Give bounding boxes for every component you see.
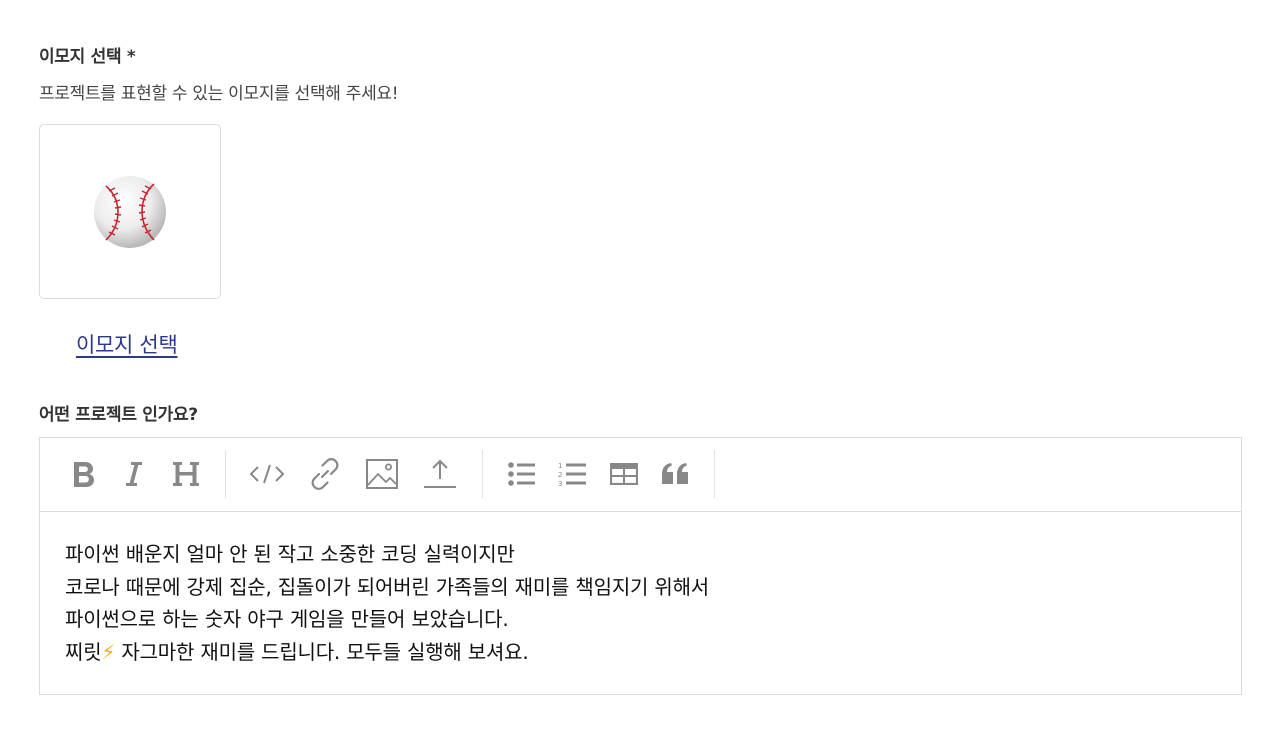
upload-icon <box>424 459 456 488</box>
bullet-list-icon <box>508 462 535 486</box>
quote-button[interactable] <box>655 452 695 496</box>
markdown-editor: 1 2 3 파이썬 배운지 얼마 안 된 작고 소중한 코딩 실력이지만 코로나… <box>39 437 1242 695</box>
toolbar-separator <box>482 450 483 498</box>
numbered-list-button[interactable]: 1 2 3 <box>553 452 593 496</box>
content-line: 코로나 때문에 강제 집순, 집돌이가 되어버린 가족들의 재미를 책임지기 위… <box>65 574 709 599</box>
heading-button[interactable] <box>166 452 206 496</box>
bullet-list-button[interactable] <box>502 452 542 496</box>
emoji-section-subtitle: 프로젝트를 표현할 수 있는 이모지를 선택해 주세요! <box>39 84 399 104</box>
editor-section-title: 어떤 프로젝트 인가요? <box>39 405 198 425</box>
selected-emoji-box[interactable] <box>39 124 221 299</box>
svg-text:3: 3 <box>558 480 562 487</box>
heading-icon <box>173 462 199 486</box>
editor-toolbar: 1 2 3 <box>40 438 1241 512</box>
svg-text:2: 2 <box>558 471 562 479</box>
emoji-section-title: 이모지 선택 * <box>39 47 136 67</box>
content-line: 파이썬 배운지 얼마 안 된 작고 소중한 코딩 실력이지만 <box>65 542 515 566</box>
bold-icon <box>74 462 94 487</box>
italic-icon <box>126 462 142 486</box>
image-icon <box>366 459 398 489</box>
table-icon <box>610 463 638 485</box>
content-text: 찌릿 <box>65 639 102 664</box>
content-line: 찌릿⚡ 자그마한 재미를 드립니다. 모두들 실행해 보셔요. <box>65 636 1216 669</box>
emoji-select-link[interactable]: 이모지 선택 <box>76 329 178 359</box>
svg-text:1: 1 <box>558 462 562 470</box>
link-icon <box>311 458 339 490</box>
quote-icon <box>662 463 688 484</box>
italic-button[interactable] <box>114 452 154 496</box>
bold-button[interactable] <box>63 452 103 496</box>
editor-content[interactable]: 파이썬 배운지 얼마 안 된 작고 소중한 코딩 실력이지만 코로나 때문에 강… <box>65 538 1216 668</box>
image-button[interactable] <box>362 452 402 496</box>
numbered-list-icon: 1 2 3 <box>558 462 586 487</box>
baseball-icon <box>94 175 166 248</box>
content-text: 자그마한 재미를 드립니다. 모두들 실행해 보셔요. <box>115 639 529 664</box>
link-button[interactable] <box>305 452 345 496</box>
code-button[interactable] <box>247 452 287 496</box>
content-line: 파이썬으로 하는 숫자 야구 게임을 만들어 보았습니다. <box>65 607 509 631</box>
code-icon <box>249 464 285 484</box>
toolbar-separator <box>714 450 715 498</box>
toolbar-separator <box>225 450 226 498</box>
upload-button[interactable] <box>420 452 460 496</box>
lightning-icon: ⚡ <box>101 639 116 664</box>
table-button[interactable] <box>604 452 644 496</box>
